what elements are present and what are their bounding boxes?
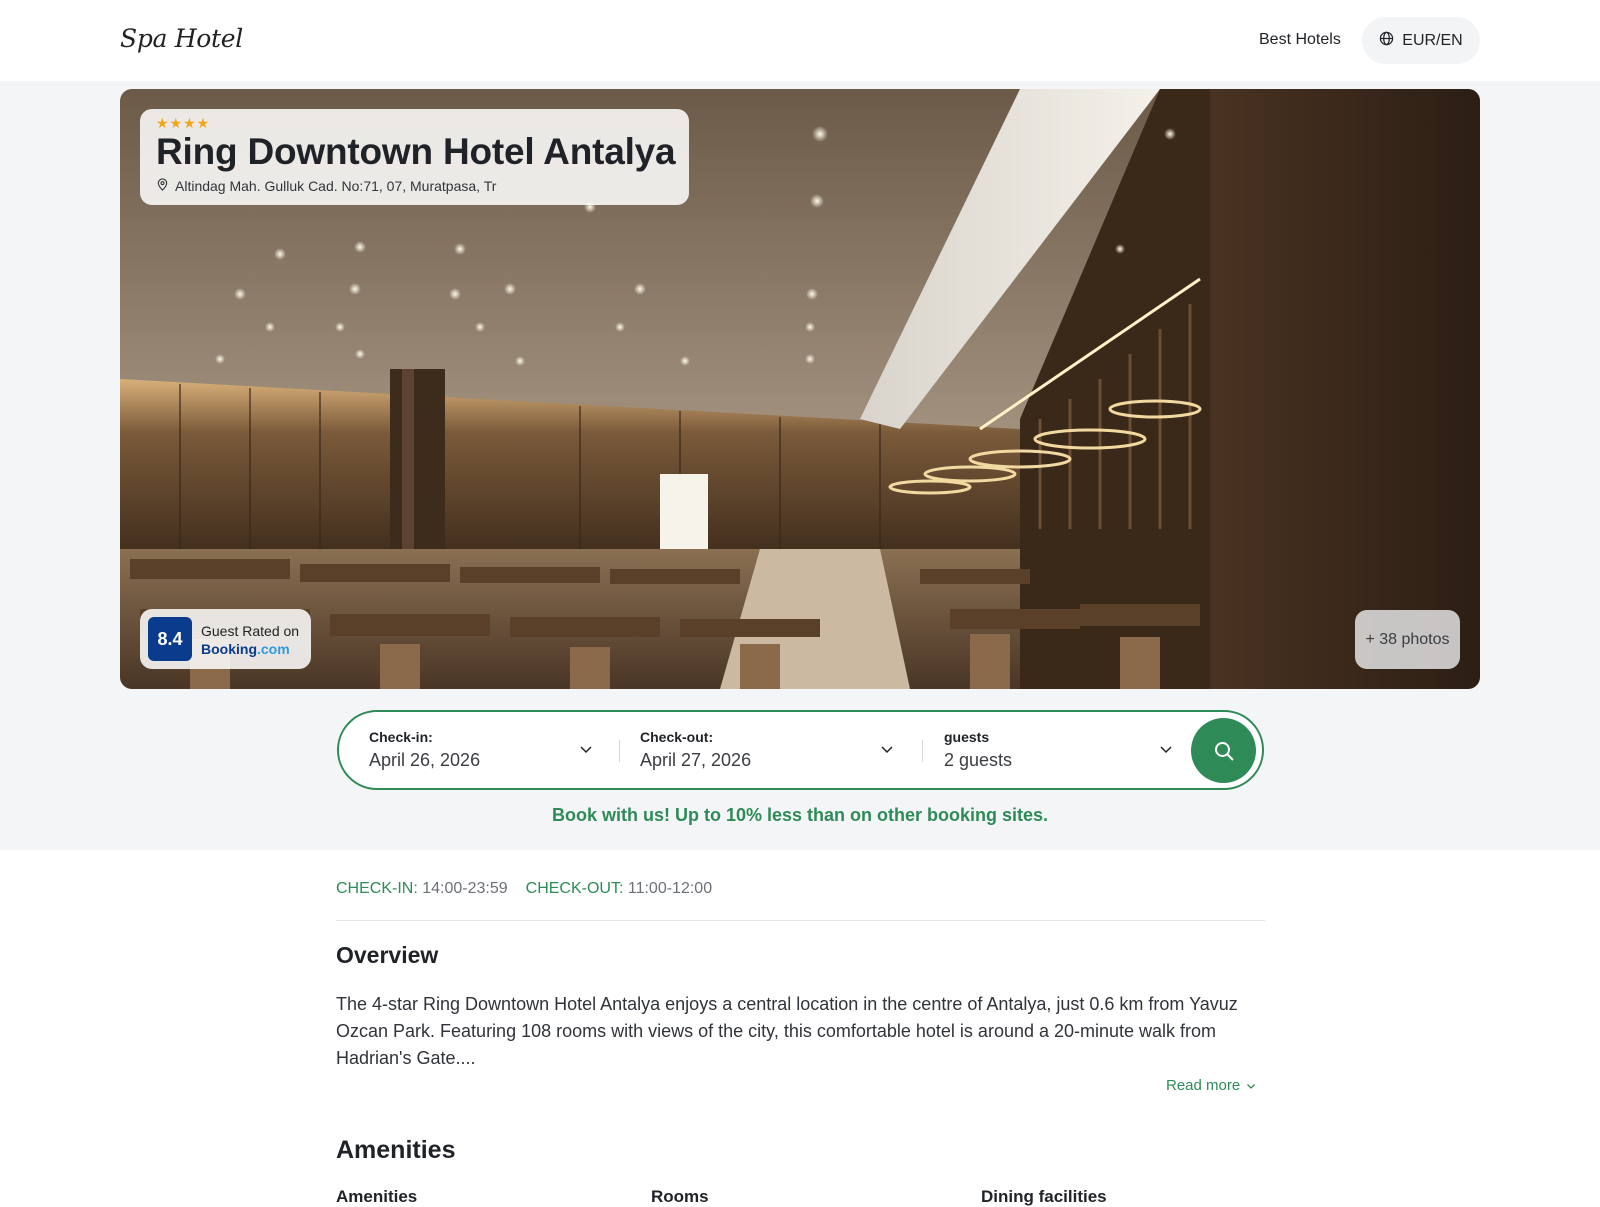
checkin-time-label: CHECK-IN: [336, 880, 418, 897]
booking-search-bar: Check-in: April 26, 2026 Check-out: Apri… [337, 710, 1264, 790]
hotel-name: Ring Downtown Hotel Antalya [156, 131, 676, 172]
location-pin-icon [156, 178, 169, 194]
checkin-time-value: 14:00-23:59 [417, 880, 508, 897]
hero-photo[interactable]: ★★★★ Ring Downtown Hotel Antalya Altinda… [120, 89, 1480, 689]
chevron-down-icon [580, 746, 592, 754]
checkin-field[interactable]: Check-in: April 26, 2026 [369, 712, 599, 788]
rooms-column-heading: Rooms [651, 1187, 709, 1206]
overview-text: The 4-star Ring Downtown Hotel Antalya e… [336, 994, 1238, 1068]
guests-field[interactable]: guests 2 guests [944, 712, 1179, 788]
checkout-value: April 27, 2026 [640, 750, 752, 770]
hotel-address-text: Altindag Mah. Gulluk Cad. No:71, 07, Mur… [175, 178, 497, 194]
language-currency-button[interactable]: EUR/EN [1362, 17, 1480, 64]
checkin-checkout-times: CHECK-IN: 14:00-23:59 CHECK-OUT: 11:00-12… [336, 880, 712, 898]
hotel-address: Altindag Mah. Gulluk Cad. No:71, 07, Mur… [156, 178, 496, 194]
guest-rating-badge[interactable]: 8.4 Guest Rated on Booking.com [140, 609, 311, 669]
checkin-label: Check-in: [369, 729, 433, 745]
section-divider [336, 920, 1265, 921]
field-divider [619, 740, 620, 762]
guests-label: guests [944, 729, 990, 745]
checkin-value: April 26, 2026 [369, 750, 481, 770]
checkout-time-value: 11:00-12:00 [623, 880, 713, 897]
booking-brand-suffix: .com [257, 641, 290, 657]
read-more-label: Read more [1166, 1077, 1241, 1094]
search-button[interactable] [1191, 718, 1256, 783]
more-photos-button[interactable]: + 38 photos [1355, 610, 1460, 669]
star-rating: ★★★★ [156, 115, 211, 131]
chevron-down-icon [881, 746, 893, 754]
globe-icon [1379, 31, 1394, 51]
field-divider [922, 740, 923, 762]
promo-text: Book with us! Up to 10% less than on oth… [551, 805, 1049, 825]
chevron-down-icon [1247, 1083, 1256, 1089]
rating-score: 8.4 [148, 617, 192, 661]
amenities-column-heading: Amenities [336, 1187, 418, 1206]
read-more-link[interactable]: Read more [1166, 1077, 1256, 1094]
amenities-heading: Amenities [336, 1136, 456, 1164]
best-hotels-link[interactable]: Best Hotels [1259, 31, 1341, 49]
site-header: Spa Hotel Best Hotels EUR/EN [0, 0, 1600, 81]
language-currency-label: EUR/EN [1402, 31, 1463, 49]
checkout-field[interactable]: Check-out: April 27, 2026 [640, 712, 900, 788]
guests-value: 2 guests [944, 750, 1013, 770]
search-icon [1214, 741, 1234, 761]
booking-brand-main: Booking [201, 641, 257, 657]
checkout-label: Check-out: [640, 729, 714, 745]
checkout-time-label: CHECK-OUT: [525, 880, 624, 897]
rating-label: Guest Rated on [201, 623, 300, 639]
dining-column-heading: Dining facilities [981, 1187, 1107, 1206]
chevron-down-icon [1160, 746, 1172, 754]
overview-heading: Overview [336, 942, 439, 968]
booking-brand: Booking.com [201, 641, 290, 657]
hotel-title-card: ★★★★ Ring Downtown Hotel Antalya Altinda… [140, 109, 689, 205]
site-logo[interactable]: Spa Hotel [120, 24, 243, 53]
